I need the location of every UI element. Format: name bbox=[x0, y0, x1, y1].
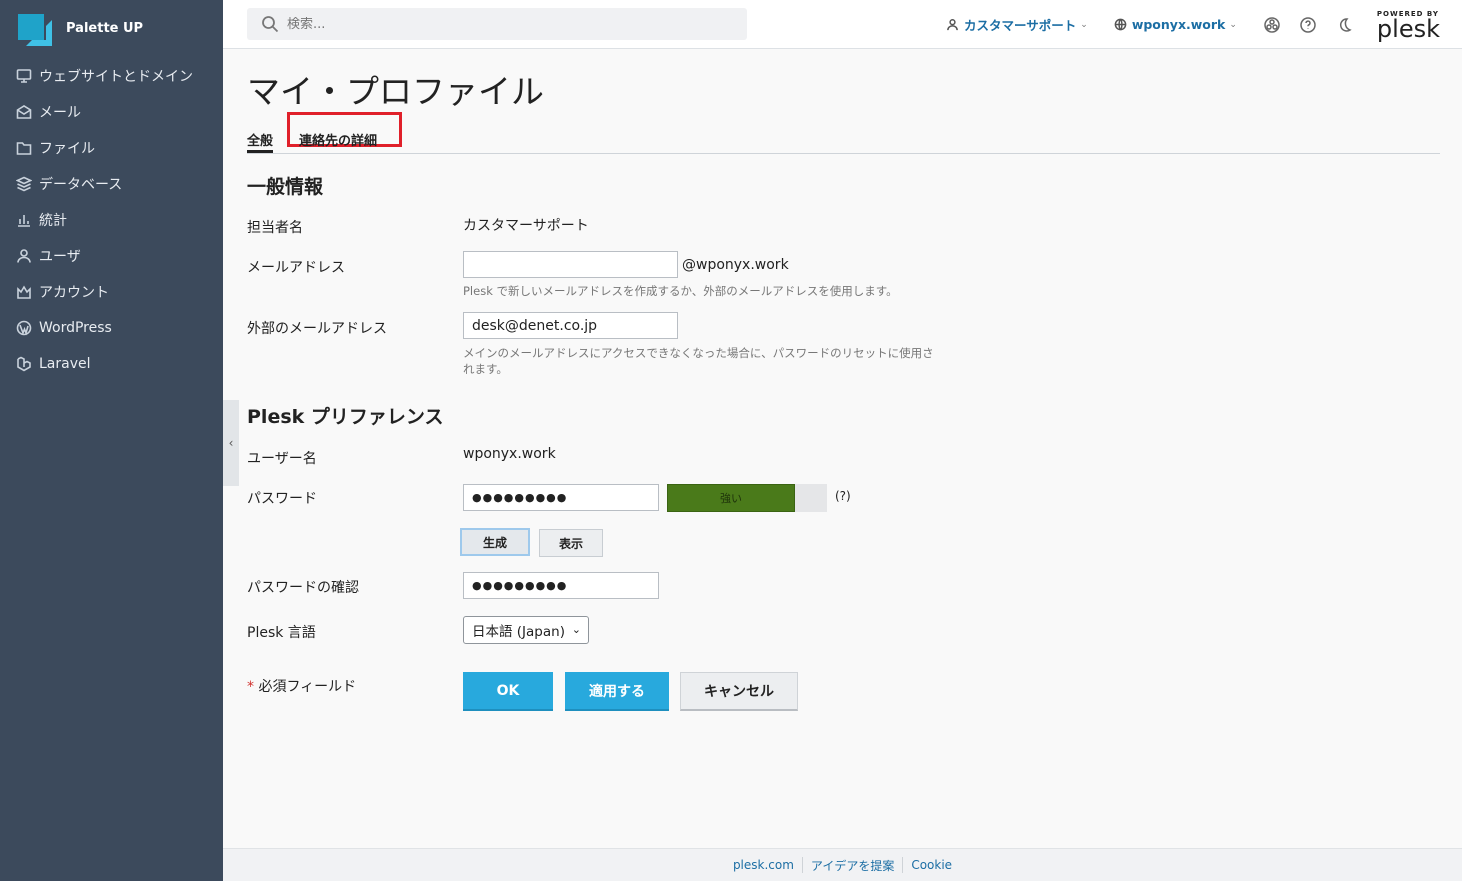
external-email-field[interactable]: desk@denet.co.jp bbox=[463, 312, 678, 339]
password-strength-meter: 強い bbox=[667, 484, 827, 512]
footer: plesk.com アイデアを提案 Cookie bbox=[223, 848, 1462, 881]
password-help-link[interactable]: (?) bbox=[835, 489, 851, 503]
plesk-logo-name: plesk bbox=[1376, 14, 1440, 43]
external-email-hint: メインのメールアドレスにアクセスできなくなった場合に、パスワードのリセットに使用… bbox=[463, 345, 963, 377]
sidebar-item-account[interactable]: アカウント bbox=[0, 274, 223, 310]
contact-name-label: 担当者名 bbox=[247, 220, 303, 236]
sidebar-item-wordpress[interactable]: WordPress bbox=[0, 310, 223, 346]
sidebar-item-label: ユーザ bbox=[39, 249, 81, 265]
search-box[interactable] bbox=[247, 8, 747, 40]
community-icon[interactable] bbox=[1263, 16, 1281, 34]
chevron-down-icon: ⌄ bbox=[1080, 19, 1088, 30]
chevron-left-icon: ‹ bbox=[228, 436, 234, 450]
database-icon bbox=[16, 176, 32, 192]
contact-name-value: カスタマーサポート bbox=[463, 218, 589, 234]
required-fields-label: 必須フィールド bbox=[258, 679, 357, 695]
apply-button[interactable]: 適用する bbox=[565, 672, 669, 711]
laravel-icon bbox=[16, 356, 32, 372]
user-menu-label: カスタマーサポート bbox=[964, 18, 1077, 33]
language-select[interactable]: 日本語 (Japan) ⌄ bbox=[463, 616, 589, 644]
required-fields-note: * 必須フィールド bbox=[247, 676, 356, 696]
topbar: カスタマーサポート ⌄ wponyx.work ⌄ POWERED BY ple… bbox=[223, 0, 1462, 49]
username-value: wponyx.work bbox=[463, 446, 556, 462]
help-icon[interactable] bbox=[1299, 16, 1317, 34]
search-icon bbox=[262, 16, 279, 33]
password-confirm-field[interactable]: ●●●●●●●●● bbox=[463, 572, 659, 599]
brand-name: Palette UP bbox=[66, 20, 144, 36]
language-select-value: 日本語 (Japan) bbox=[472, 624, 565, 640]
brand-logo bbox=[16, 8, 56, 48]
email-label: メールアドレス bbox=[247, 260, 345, 276]
monitor-icon bbox=[16, 68, 32, 84]
sidebar-item-label: Laravel bbox=[39, 356, 91, 372]
tab-bar: 全般 連絡先の詳細 bbox=[247, 112, 1440, 154]
tab-contact-details[interactable]: 連絡先の詳細 bbox=[299, 124, 377, 149]
sidebar-item-laravel[interactable]: Laravel bbox=[0, 346, 223, 382]
user-icon bbox=[947, 19, 958, 31]
generate-password-button[interactable]: 生成 bbox=[460, 528, 530, 556]
language-label: Plesk 言語 bbox=[247, 625, 316, 641]
sidebar-item-label: メール bbox=[39, 105, 81, 121]
cancel-button[interactable]: キャンセル bbox=[680, 672, 798, 711]
show-password-button[interactable]: 表示 bbox=[539, 529, 603, 557]
sidebar-nav: ウェブサイトとドメイン メール ファイル データベース 統計 ユーザ アカウント bbox=[0, 58, 223, 382]
sidebar-item-label: WordPress bbox=[39, 320, 112, 336]
external-email-hint-line1: メインのメールアドレスにアクセスできなくなった場合に、パスワードのリセットに使用… bbox=[463, 346, 934, 360]
email-domain-suffix: @wponyx.work bbox=[682, 257, 789, 273]
chevron-down-icon: ⌄ bbox=[1229, 19, 1237, 30]
globe-icon bbox=[1114, 18, 1127, 31]
folder-icon bbox=[16, 140, 32, 156]
ok-button[interactable]: OK bbox=[463, 672, 553, 711]
crown-icon bbox=[16, 284, 32, 300]
chevron-down-icon: ⌄ bbox=[571, 623, 581, 636]
wordpress-icon bbox=[16, 320, 32, 336]
password-label: パスワード bbox=[247, 491, 317, 507]
email-field[interactable] bbox=[463, 251, 678, 278]
mail-icon bbox=[16, 104, 32, 120]
footer-link-ideas[interactable]: アイデアを提案 bbox=[803, 857, 902, 874]
brand[interactable]: Palette UP bbox=[0, 0, 223, 56]
sidebar: Palette UP ウェブサイトとドメイン メール ファイル データベース 統… bbox=[0, 0, 223, 881]
tab-general[interactable]: 全般 bbox=[247, 124, 274, 153]
domain-menu-label: wponyx.work bbox=[1131, 17, 1226, 32]
footer-link-cookie[interactable]: Cookie bbox=[903, 858, 960, 872]
sidebar-item-websites[interactable]: ウェブサイトとドメイン bbox=[0, 58, 223, 94]
password-strength-fill: 強い bbox=[667, 484, 795, 512]
domain-menu[interactable]: wponyx.work ⌄ bbox=[1114, 17, 1237, 32]
sidebar-item-label: 統計 bbox=[39, 213, 67, 229]
user-icon bbox=[16, 248, 32, 264]
sidebar-item-label: アカウント bbox=[39, 285, 109, 301]
required-asterisk: * bbox=[247, 679, 254, 695]
sidebar-item-label: データベース bbox=[39, 177, 123, 193]
section-title-preferences: Plesk プリファレンス bbox=[247, 406, 444, 428]
main-content: マイ・プロファイル 全般 連絡先の詳細 一般情報 担当者名 カスタマーサポート … bbox=[247, 49, 1440, 854]
email-hint: Plesk で新しいメールアドレスを作成するか、外部のメールアドレスを使用します… bbox=[463, 284, 898, 298]
username-label: ユーザー名 bbox=[247, 451, 317, 467]
external-email-hint-line2: れます。 bbox=[463, 362, 508, 376]
sidebar-item-files[interactable]: ファイル bbox=[0, 130, 223, 166]
sidebar-item-users[interactable]: ユーザ bbox=[0, 238, 223, 274]
plesk-logo: POWERED BY plesk bbox=[1376, 10, 1440, 43]
search-input[interactable] bbox=[287, 16, 727, 32]
dark-mode-icon[interactable] bbox=[1335, 16, 1353, 34]
topbar-right: カスタマーサポート ⌄ wponyx.work ⌄ POWERED BY ple… bbox=[946, 0, 1440, 49]
password-field[interactable]: ●●●●●●●●● bbox=[463, 484, 659, 511]
sidebar-item-databases[interactable]: データベース bbox=[0, 166, 223, 202]
sidebar-item-mail[interactable]: メール bbox=[0, 94, 223, 130]
sidebar-item-stats[interactable]: 統計 bbox=[0, 202, 223, 238]
chart-icon bbox=[16, 212, 32, 228]
user-menu[interactable]: カスタマーサポート ⌄ bbox=[946, 15, 1088, 34]
section-title-general: 一般情報 bbox=[247, 176, 324, 198]
external-email-label: 外部のメールアドレス bbox=[247, 321, 387, 337]
footer-link-plesk[interactable]: plesk.com bbox=[725, 858, 802, 872]
password-confirm-label: パスワードの確認 bbox=[247, 580, 359, 596]
sidebar-item-label: ファイル bbox=[39, 141, 95, 157]
sidebar-item-label: ウェブサイトとドメイン bbox=[39, 69, 193, 85]
sidebar-collapse-handle[interactable]: ‹ bbox=[223, 400, 239, 486]
page-title: マイ・プロファイル bbox=[247, 72, 544, 111]
